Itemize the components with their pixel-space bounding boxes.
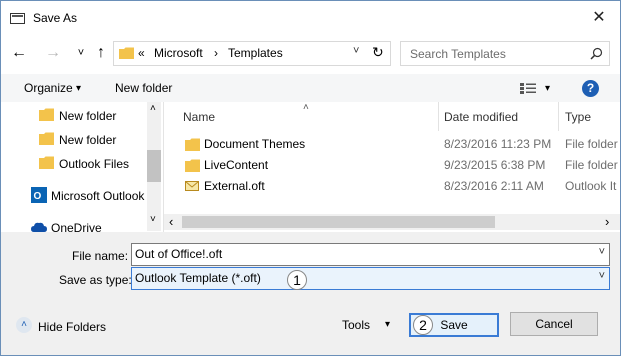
chevron-down-icon[interactable]: ˅	[599, 246, 605, 258]
file-date: 9/23/2015 6:38 PM	[444, 158, 546, 172]
folder-icon	[39, 108, 54, 121]
breadcrumb-separator: ›	[214, 46, 218, 60]
title-bar: Save As ✕	[1, 1, 620, 33]
save-dialog-icon	[10, 13, 25, 24]
breadcrumb-microsoft[interactable]: Microsoft	[154, 46, 203, 60]
up-arrow-icon: ↑	[97, 44, 105, 61]
save-as-type-value: Outlook Template (*.oft)	[135, 271, 261, 285]
file-type: File folder	[565, 137, 618, 151]
scrollbar-thumb[interactable]	[182, 216, 495, 228]
column-divider[interactable]	[558, 102, 559, 131]
chevron-down-icon[interactable]: ˅	[599, 270, 605, 282]
sidebar-item-label: OneDrive	[51, 221, 102, 232]
new-folder-button[interactable]: New folder	[115, 81, 172, 95]
search-icon[interactable]	[590, 47, 603, 60]
sidebar-item-label: New folder	[59, 133, 117, 147]
recent-locations-button[interactable]: ˅	[73, 43, 89, 63]
column-header-type[interactable]: Type	[565, 110, 591, 124]
outlook-icon: O	[31, 187, 47, 203]
scroll-down-icon[interactable]: ˅	[150, 214, 156, 225]
search-box[interactable]: Search Templates	[400, 41, 610, 66]
back-arrow-icon: ←	[11, 44, 27, 61]
view-options-icon[interactable]	[520, 83, 536, 94]
sidebar-scrollbar[interactable]: ˄ ˅	[147, 102, 161, 231]
folder-icon	[39, 132, 54, 145]
save-as-type-label: Save as type:	[59, 273, 132, 287]
sort-ascending-icon: ˄	[303, 102, 309, 113]
forward-button[interactable]: →	[45, 43, 61, 63]
search-input[interactable]: Search Templates	[410, 47, 506, 61]
sidebar-item-onedrive[interactable]: OneDrive	[31, 219, 146, 232]
onedrive-icon	[31, 222, 47, 232]
refresh-icon[interactable]: ↻	[372, 44, 384, 61]
file-name-label: File name:	[72, 249, 129, 263]
chevron-down-icon: ˅	[77, 47, 85, 59]
step-2-annotation: 2	[413, 315, 433, 335]
organize-button[interactable]: Organize	[24, 81, 73, 95]
sidebar-item-outlook-files[interactable]: Outlook Files	[39, 155, 144, 175]
hide-folders-label: Hide Folders	[38, 320, 107, 334]
file-date: 8/23/2016 11:23 PM	[444, 137, 552, 151]
envelope-icon	[185, 181, 199, 191]
folder-icon	[119, 47, 134, 59]
file-date: 8/23/2016 2:11 AM	[444, 179, 544, 193]
file-list: ˄ Name Date modified Type Document Theme…	[164, 102, 620, 232]
scrollbar-thumb[interactable]	[147, 150, 161, 182]
sidebar-item-new-folder-1[interactable]: New folder	[39, 107, 144, 127]
step-1-annotation: 1	[287, 270, 307, 290]
forward-arrow-icon: →	[45, 44, 61, 61]
navigation-pane: New folder New folder Outlook Files O Mi…	[1, 102, 163, 232]
file-name: LiveContent	[204, 158, 269, 172]
sidebar-item-label: Microsoft Outlook	[51, 189, 145, 203]
back-button[interactable]: ←	[11, 43, 27, 63]
save-options-panel: File name: Out of Office!.oft ˅ Save as …	[1, 232, 620, 355]
close-button[interactable]: ✕	[589, 8, 609, 28]
breadcrumb-templates[interactable]: Templates	[228, 46, 283, 60]
cancel-button[interactable]: Cancel	[510, 312, 598, 336]
column-header-date-modified[interactable]: Date modified	[444, 110, 518, 124]
help-icon[interactable]: ?	[582, 80, 599, 97]
sidebar-item-label: Outlook Files	[59, 157, 130, 171]
sidebar-item-label: New folder	[59, 109, 117, 123]
save-as-type-select[interactable]: Outlook Template (*.oft) ˅	[131, 267, 610, 290]
window-title: Save As	[33, 11, 78, 25]
file-name-input[interactable]: Out of Office!.oft	[135, 247, 222, 261]
view-dropdown-icon[interactable]: ▾	[545, 83, 550, 94]
file-name: External.oft	[204, 179, 265, 193]
address-dropdown-icon[interactable]: ˅	[353, 45, 359, 57]
folder-icon	[185, 159, 200, 172]
address-bar[interactable]: « Microsoft › Templates ˅ ↻	[113, 41, 391, 66]
file-name: Document Themes	[204, 137, 306, 151]
command-bar: Organize ▾ New folder ▾ ?	[1, 74, 620, 102]
column-divider[interactable]	[438, 102, 439, 131]
sidebar-item-new-folder-2[interactable]: New folder	[39, 131, 144, 151]
up-button[interactable]: ↑	[93, 43, 109, 63]
close-icon: ✕	[592, 9, 606, 26]
sidebar-item-microsoft-outlook[interactable]: O Microsoft Outlook	[31, 187, 146, 207]
file-row-document-themes[interactable]: Document Themes 8/23/2016 11:23 PM File …	[164, 134, 620, 154]
file-type: File folder	[565, 158, 618, 172]
hide-folders-button[interactable]: ˄ Hide Folders	[16, 316, 116, 336]
tools-button[interactable]: Tools	[342, 318, 370, 332]
scroll-right-icon[interactable]: ›	[605, 214, 609, 229]
organize-dropdown-icon[interactable]: ▾	[76, 83, 81, 94]
file-type: Outlook It	[565, 179, 617, 193]
tools-dropdown-icon[interactable]: ▾	[385, 319, 390, 330]
folder-icon	[39, 156, 54, 169]
file-name-field[interactable]: Out of Office!.oft ˅	[131, 243, 610, 266]
file-list-hscrollbar[interactable]: ‹ ›	[164, 214, 620, 230]
svg-text:O: O	[34, 191, 42, 202]
folder-icon	[185, 138, 200, 151]
chevron-up-icon: ˄	[16, 317, 32, 333]
save-as-dialog: Save As ✕ ← → ˅ ↑ « Microsoft › Template…	[0, 0, 621, 356]
scroll-left-icon[interactable]: ‹	[169, 214, 173, 229]
address-prefix: «	[138, 46, 145, 60]
column-header-name[interactable]: Name	[183, 110, 215, 124]
file-row-external-oft[interactable]: External.oft 8/23/2016 2:11 AM Outlook I…	[164, 176, 620, 196]
scroll-up-icon[interactable]: ˄	[150, 103, 156, 114]
file-row-livecontent[interactable]: LiveContent 9/23/2015 6:38 PM File folde…	[164, 155, 620, 175]
